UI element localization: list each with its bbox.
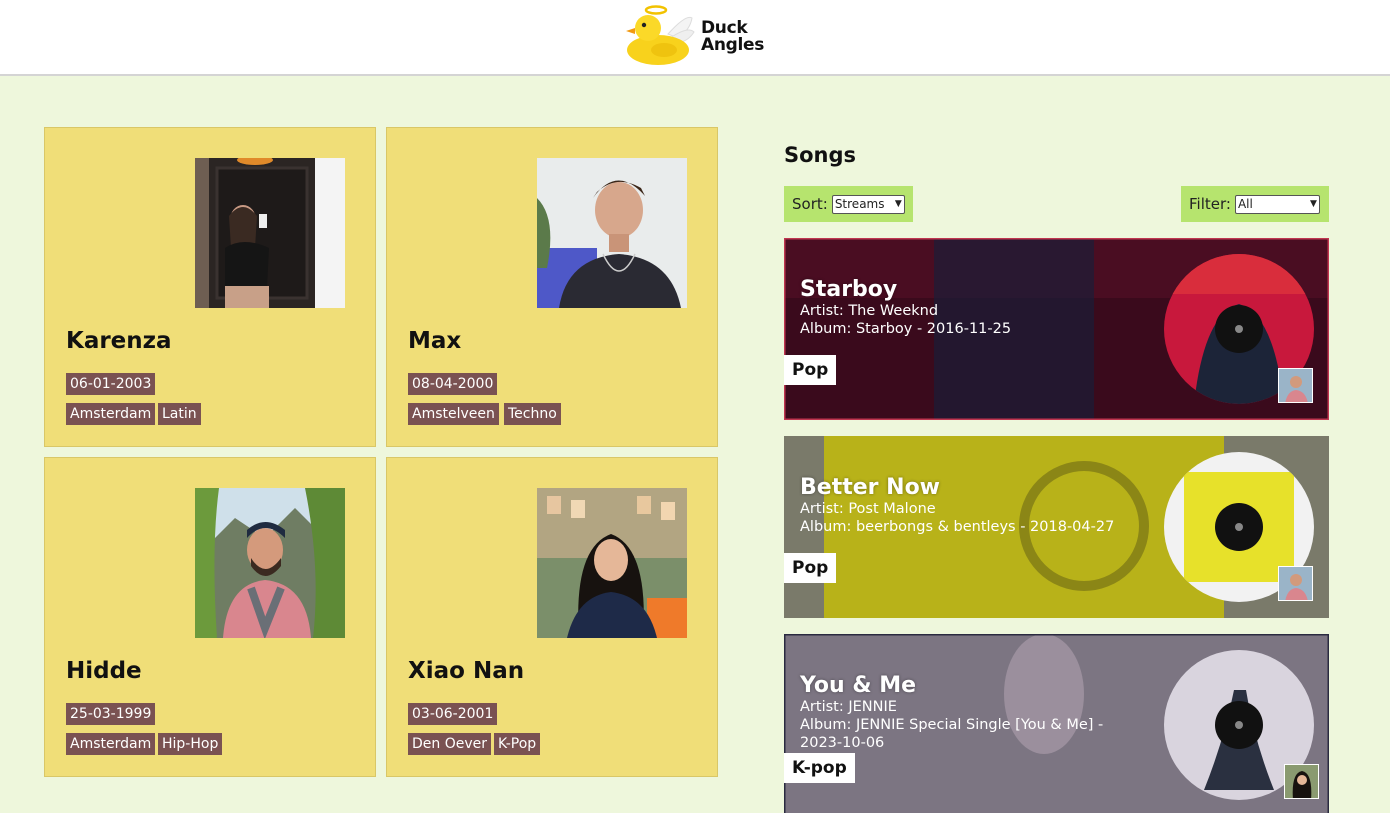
genre-tag: Latin (158, 403, 201, 425)
sort-select-value: Streams (834, 197, 885, 211)
filter-control: Filter: All ▼ (1181, 186, 1329, 222)
member-photo (537, 158, 687, 308)
song-artist: Artist: Post Malone (800, 501, 936, 517)
member-photo (537, 488, 687, 638)
song-album: Album: beerbongs & bentleys - 2018-04-27 (800, 519, 1115, 535)
city-tag: Amsterdam (66, 403, 156, 425)
member-card-xiao-nan: Xiao Nan 03-06-2001 Den Oever K-Pop (386, 457, 718, 777)
birthdate-tag: 03-06-2001 (408, 703, 498, 725)
song-title: You & Me (800, 673, 917, 698)
birthdate-tag: 25-03-1999 (66, 703, 156, 725)
song-title: Starboy (800, 277, 898, 302)
member-card-hidde: Hidde 25-03-1999 Amsterdam Hip-Hop (44, 457, 376, 777)
song-genre-badge: K-pop (784, 753, 855, 783)
city-tag: Amstelveen (408, 403, 499, 425)
member-card-max: Max 08-04-2000 Amstelveen Techno (386, 127, 718, 447)
song-card-starboy[interactable]: Starboy Artist: The Weeknd Album: Starbo… (784, 238, 1329, 420)
sort-control: Sort: Streams ▼ (784, 186, 913, 222)
member-avatar (1278, 566, 1313, 601)
song-genre-badge: Pop (784, 553, 837, 583)
member-name: Hidde (66, 658, 142, 684)
genre-tag: Techno (504, 403, 561, 425)
chevron-down-icon: ▼ (1310, 199, 1317, 209)
genre-tag: Hip-Hop (158, 733, 223, 755)
member-photo (195, 158, 345, 308)
song-artist: Artist: JENNIE (800, 699, 897, 715)
member-card-karenza: Karenza 06-01-2003 Amsterdam Latin (44, 127, 376, 447)
song-card-you-and-me[interactable]: You & Me Artist: JENNIE Album: JENNIE Sp… (784, 634, 1329, 813)
city-tag: Den Oever (408, 733, 492, 755)
brand-logo[interactable]: Duck Angles (620, 4, 770, 68)
song-album-date: 2023-10-06 (800, 735, 885, 751)
song-album: Album: JENNIE Special Single [You & Me] … (800, 717, 1104, 733)
city-tag: Amsterdam (66, 733, 156, 755)
duck-angel-logo-icon (626, 5, 695, 65)
song-meta: You & Me Artist: JENNIE Album: JENNIE Sp… (800, 674, 1130, 752)
song-title: Better Now (800, 475, 941, 500)
brand-line2: Angles (701, 35, 765, 55)
sort-label: Sort: (792, 195, 828, 213)
member-name: Max (408, 328, 462, 354)
member-name: Xiao Nan (408, 658, 525, 684)
site-header: Duck Angles (0, 0, 1390, 76)
song-genre-badge: Pop (784, 355, 837, 385)
song-artist: Artist: The Weeknd (800, 303, 939, 319)
member-photo (195, 488, 345, 638)
sort-select[interactable]: Streams ▼ (831, 194, 905, 214)
filter-label: Filter: (1189, 195, 1231, 213)
song-meta: Better Now Artist: Post Malone Album: be… (800, 476, 1130, 536)
song-meta: Starboy Artist: The Weeknd Album: Starbo… (800, 278, 1130, 338)
member-avatar (1284, 764, 1319, 799)
member-name: Karenza (66, 328, 172, 354)
birthdate-tag: 08-04-2000 (408, 373, 498, 395)
brand-name: Duck Angles (701, 20, 764, 54)
songs-heading: Songs (784, 143, 857, 167)
chevron-down-icon: ▼ (894, 199, 902, 209)
genre-tag: K-Pop (494, 733, 541, 755)
filter-select-value: All (1237, 197, 1253, 211)
filter-select[interactable]: All ▼ (1234, 194, 1320, 214)
birthdate-tag: 06-01-2003 (66, 373, 156, 395)
song-card-better-now[interactable]: Better Now Artist: Post Malone Album: be… (784, 436, 1329, 618)
song-album: Album: Starboy - 2016-11-25 (800, 321, 1012, 337)
member-avatar (1278, 368, 1313, 403)
